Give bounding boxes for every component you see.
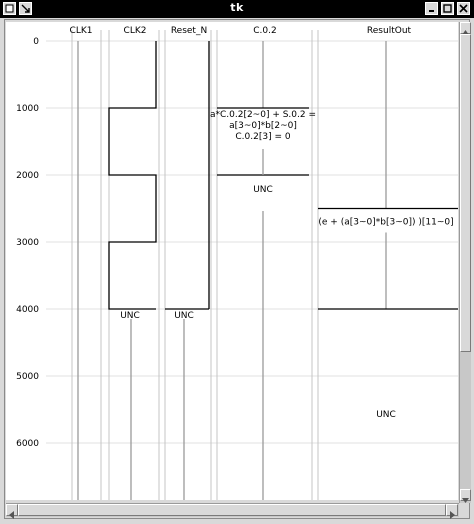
arrow-left-icon [9,511,14,519]
time-tick-label: 0 [33,37,39,47]
waveform-canvas[interactable]: CLK1 CLK2 Reset_N C.0.2 ResultOut 0 1000 2000 30… [6,22,458,500]
time-tick-label: 6000 [16,439,39,449]
vertical-scroll-thumb[interactable] [460,34,471,352]
clk2-waveform [108,41,157,310]
resultout-expression: (e + (a[3~0]*b[3~0]) )[11~0] [318,218,453,228]
minimize-button[interactable] [425,2,438,15]
arrow-right-icon [450,511,455,519]
scroll-right-button[interactable] [446,504,458,519]
resultout-unc-label: UNC [376,410,396,420]
window-titlebar: tk [0,0,474,18]
minimize-icon [429,10,434,12]
scroll-left-button[interactable] [6,504,18,519]
column-header-resultout: ResultOut [367,26,412,36]
c02-expression-line: C.0.2[3] = 0 [235,132,290,142]
maximize-icon [443,4,452,13]
clk2-unc-label: UNC [120,311,140,321]
arrow-down-icon [462,498,469,503]
scroll-down-button[interactable] [460,489,471,503]
close-icon [459,4,468,13]
column-header-clk2: CLK2 [124,26,147,36]
window-title: tk [230,1,244,14]
maximize-button[interactable] [441,2,454,15]
c02-expression-line: a[3~0]*b[2~0] [229,121,297,131]
column-header-reset_n: Reset_N [171,26,207,36]
time-tick-label: 4000 [16,305,39,315]
horizontal-scroll-thumb[interactable] [18,504,446,516]
timing-diagram: CLK1 CLK2 Reset_N C.0.2 ResultOut 0 1000 2000 30… [16,26,458,500]
time-tick-label: 5000 [16,372,39,382]
reset-n-unc-label: UNC [174,311,194,321]
c02-unc-label: UNC [253,185,273,195]
c02-expression-line: a*C.0.2[2~0] + S.0.2 = [210,110,316,120]
time-tick-label: 1000 [16,104,39,114]
horizontal-scrollbar[interactable] [6,503,459,519]
column-header-clk1: CLK1 [70,26,93,36]
close-button[interactable] [457,2,470,15]
time-tick-label: 2000 [16,171,39,181]
time-tick-label: 3000 [16,238,39,248]
scroll-up-button[interactable] [460,22,471,35]
vertical-scrollbar[interactable] [459,22,471,503]
column-header-c02: C.0.2 [253,26,276,36]
